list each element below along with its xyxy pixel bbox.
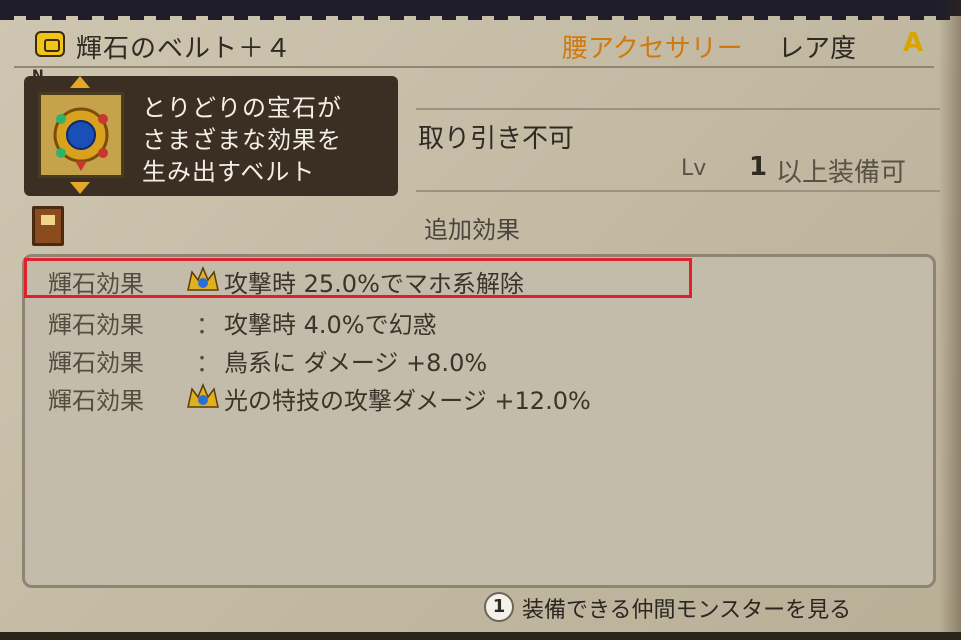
gem-crown-icon	[187, 266, 219, 291]
level-label: Lv	[681, 156, 707, 181]
item-image	[38, 92, 124, 178]
description-line-2: さまざまな効果を	[142, 126, 342, 154]
right-edge-shadow	[939, 0, 961, 640]
effect-row-1[interactable]: 輝石効果 攻撃時 25.0%でマホ系解除	[0, 262, 800, 302]
item-detail-window: N 輝石のベルト＋４ 腰アクセサリー レア度 A とりどりの宝石が さまざまな効…	[0, 0, 961, 640]
belt-jewel-icon	[53, 107, 109, 171]
header-divider	[14, 66, 934, 68]
level-requirement: 以上装備可	[776, 158, 907, 188]
top-border	[0, 0, 961, 20]
effect-label: 輝石効果	[48, 349, 144, 377]
view-monsters-label: 装備できる仲間モンスターを見る	[522, 598, 852, 623]
view-monsters-button[interactable]: 1 装備できる仲間モンスターを見る	[484, 590, 924, 626]
button-1-icon: 1	[484, 592, 514, 622]
bottom-border	[0, 632, 961, 640]
description-line-1: とりどりの宝石が	[142, 94, 342, 122]
gem-crown-icon	[187, 383, 219, 408]
effects-title: 追加効果	[424, 216, 520, 244]
rarity-value: A	[903, 28, 924, 58]
effect-text: 攻撃時 25.0%でマホ系解除	[224, 270, 524, 298]
item-category: 腰アクセサリー	[562, 34, 743, 64]
trade-status: 取り引き不可	[418, 124, 575, 154]
effect-label: 輝石効果	[48, 387, 144, 415]
effect-text: 鳥系に ダメージ +8.0%	[224, 349, 488, 377]
effect-separator: ：	[196, 349, 220, 377]
scroll-down-arrow-icon[interactable]	[70, 182, 90, 194]
book-icon[interactable]	[32, 206, 64, 246]
scroll-up-arrow-icon[interactable]	[70, 76, 90, 88]
info-divider	[416, 108, 940, 110]
effect-text: 攻撃時 4.0%で幻惑	[224, 311, 437, 339]
effect-row-3[interactable]: 輝石効果 ： 鳥系に ダメージ +8.0%	[0, 341, 800, 381]
item-name: 輝石のベルト＋４	[76, 34, 293, 64]
info-divider-bottom	[416, 190, 940, 192]
effect-label: 輝石効果	[48, 311, 144, 339]
description-line-3: 生み出すベルト	[142, 158, 316, 186]
effect-separator: ：	[196, 311, 220, 339]
effect-text: 光の特技の攻撃ダメージ +12.0%	[224, 387, 591, 415]
effect-row-4[interactable]: 輝石効果 光の特技の攻撃ダメージ +12.0%	[0, 379, 800, 419]
belt-badge-icon	[35, 31, 65, 57]
rarity-label: レア度	[778, 34, 857, 64]
level-value: 1	[749, 152, 768, 182]
effect-row-2[interactable]: 輝石効果 ： 攻撃時 4.0%で幻惑	[0, 303, 800, 343]
effect-label: 輝石効果	[48, 270, 144, 298]
